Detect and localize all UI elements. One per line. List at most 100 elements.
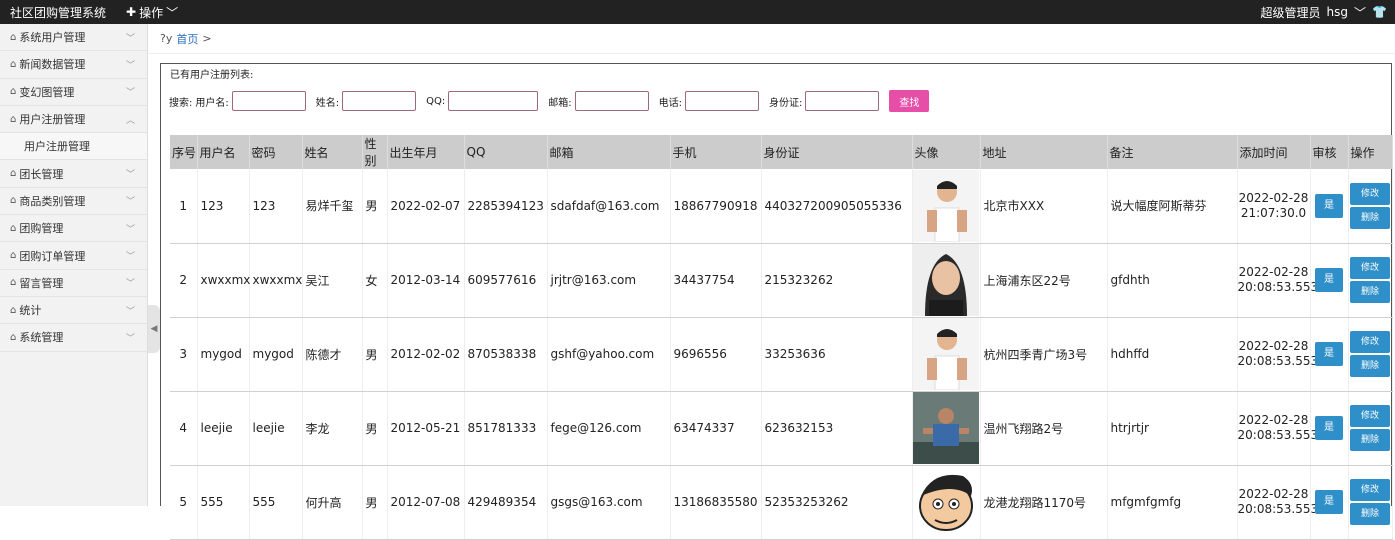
- phone-search-input[interactable]: [685, 91, 759, 111]
- cell-no: 5: [170, 465, 198, 540]
- sidebar-item[interactable]: ⌂ 新闻数据管理 ﹀: [0, 51, 147, 79]
- column-header: 邮箱: [547, 135, 671, 169]
- column-header: 添加时间: [1237, 135, 1311, 169]
- sidebar-item[interactable]: 用户注册管理: [0, 133, 147, 161]
- avatar: [912, 317, 981, 392]
- home-icon: ⌂: [10, 250, 17, 262]
- sidebar-item-label: 团购管理: [19, 222, 64, 236]
- cell-email: gshf@yahoo.com: [547, 317, 671, 392]
- username[interactable]: hsg: [1327, 5, 1348, 19]
- column-header: QQ: [464, 135, 548, 169]
- chevron-down-icon[interactable]: ﹀: [1354, 4, 1366, 21]
- cell-name: 陈德才: [302, 317, 363, 392]
- added-date: 2022-02-28: [1238, 487, 1309, 501]
- column-header: 审核: [1310, 135, 1349, 169]
- audit-yes-button[interactable]: 是: [1315, 342, 1343, 366]
- delete-button[interactable]: 删除: [1350, 281, 1390, 303]
- sidebar-item[interactable]: ⌂ 用户注册管理 ︿: [0, 106, 147, 134]
- sidebar-item-label: 团长管理: [19, 167, 64, 181]
- cell-audit: 是: [1310, 391, 1349, 466]
- audit-yes-button[interactable]: 是: [1315, 193, 1343, 218]
- chevron-icon: ﹀: [125, 197, 135, 208]
- cell-actions: 修改 删除: [1348, 169, 1393, 244]
- cell-password: xwxxmx: [249, 243, 303, 318]
- home-icon: ⌂: [10, 277, 17, 289]
- sidebar-item[interactable]: ⌂ 团购订单管理 ﹀: [0, 242, 147, 270]
- sidebar-item[interactable]: ⌂ 留言管理 ﹀: [0, 270, 147, 297]
- delete-button[interactable]: 删除: [1350, 429, 1390, 451]
- delete-button[interactable]: 删除: [1350, 355, 1390, 377]
- edit-button[interactable]: 修改: [1350, 405, 1390, 427]
- avatar: [912, 169, 981, 244]
- cell-name: 吴江: [302, 243, 363, 318]
- sidebar-item-label: 统计: [19, 304, 42, 318]
- audit-yes-button[interactable]: 是: [1315, 490, 1343, 514]
- cell-no: 3: [170, 317, 198, 392]
- home-icon: ⌂: [10, 222, 17, 234]
- cell-no: 4: [170, 391, 198, 466]
- breadcrumb-home-link[interactable]: 首页: [176, 31, 198, 47]
- chevron-icon: ﹀: [125, 279, 135, 290]
- chevron-icon: ︿: [125, 115, 135, 126]
- delete-button[interactable]: 删除: [1350, 503, 1390, 525]
- cell-no: 2: [170, 243, 198, 318]
- app-title: 社区团购管理系统: [10, 5, 107, 20]
- audit-yes-button[interactable]: 是: [1315, 268, 1343, 292]
- cell-idcard: 623632153: [761, 391, 913, 466]
- edit-button[interactable]: 修改: [1350, 479, 1390, 501]
- cell-address: 上海浦东区22号: [980, 243, 1108, 318]
- column-header: 出生年月: [387, 135, 465, 169]
- chevron-icon: ﹀: [125, 88, 135, 99]
- column-header: 身份证: [761, 135, 913, 169]
- user-role[interactable]: 超级管理员: [1261, 4, 1321, 21]
- cell-gender: 男: [362, 169, 388, 244]
- home-icon: ⌂: [10, 113, 17, 125]
- cell-birth: 2012-03-14: [387, 243, 465, 318]
- sidebar-item[interactable]: ⌂ 系统用户管理 ﹀: [0, 24, 147, 52]
- search-button[interactable]: 查找: [889, 90, 930, 112]
- email-search-input[interactable]: [574, 91, 649, 111]
- added-clock: 20:08:53.553: [1237, 280, 1319, 294]
- cell-note: mfgmfgmfg: [1107, 465, 1238, 540]
- qq-search-input[interactable]: [448, 91, 539, 111]
- sidebar-item[interactable]: ⌂ 团长管理 ﹀: [0, 160, 147, 188]
- home-icon: ⌂: [10, 86, 17, 98]
- home-icon: ⌂: [10, 304, 17, 316]
- edit-button[interactable]: 修改: [1350, 331, 1390, 353]
- sidebar-item[interactable]: ⌂ 团购管理 ﹀: [0, 215, 147, 243]
- added-date: 2022-02-28: [1238, 413, 1309, 427]
- breadcrumb: ?y 首页 >: [148, 24, 1395, 54]
- sidebar-item[interactable]: ⌂ 商品类别管理 ﹀: [0, 188, 147, 216]
- name-search-input[interactable]: [342, 91, 417, 111]
- shirt-icon[interactable]: 👕: [1372, 5, 1387, 19]
- added-date: 2022-02-28: [1238, 190, 1309, 205]
- table-header-row: 序号 用户名 密码 姓名 性别 出生年月 QQ 邮箱 手机 身份证 头像 地址 备注 添加时间 审核 操作: [170, 135, 1393, 169]
- username-search-input[interactable]: [231, 91, 306, 111]
- cell-note: gfdhth: [1107, 243, 1238, 318]
- name-label: 姓名:: [315, 97, 340, 109]
- edit-button[interactable]: 修改: [1350, 257, 1390, 279]
- cell-phone: 34437754: [670, 243, 762, 318]
- cell-username: xwxxmx: [197, 243, 250, 318]
- sidebar-item[interactable]: ⌂ 系统管理 ﹀: [0, 324, 147, 352]
- cell-password: 555: [249, 465, 303, 540]
- column-header: 备注: [1107, 135, 1238, 169]
- column-header: 密码: [249, 135, 303, 169]
- column-header: 姓名: [302, 135, 363, 169]
- idcard-label: 身份证:: [769, 97, 803, 109]
- sidebar-item[interactable]: ⌂ 统计 ﹀: [0, 297, 147, 325]
- cell-address: 龙港龙翔路1170号: [980, 465, 1108, 540]
- added-clock: 20:08:53.553: [1237, 428, 1319, 442]
- operations-menu[interactable]: ✚ 操作 ﹀: [126, 4, 178, 21]
- idcard-search-input[interactable]: [805, 91, 880, 111]
- cell-note: htrjrtjr: [1107, 391, 1238, 466]
- added-clock: 20:08:53.553: [1237, 354, 1319, 368]
- delete-button[interactable]: 删除: [1350, 206, 1390, 229]
- edit-button[interactable]: 修改: [1350, 182, 1390, 205]
- sidebar-item-label: 系统用户管理: [19, 31, 86, 45]
- column-header: 用户名: [197, 135, 250, 169]
- cell-gender: 男: [362, 465, 388, 540]
- sidebar-item[interactable]: ⌂ 变幻图管理 ﹀: [0, 79, 147, 106]
- sidebar-collapse-handle[interactable]: ◀: [148, 305, 160, 353]
- audit-yes-button[interactable]: 是: [1315, 416, 1343, 440]
